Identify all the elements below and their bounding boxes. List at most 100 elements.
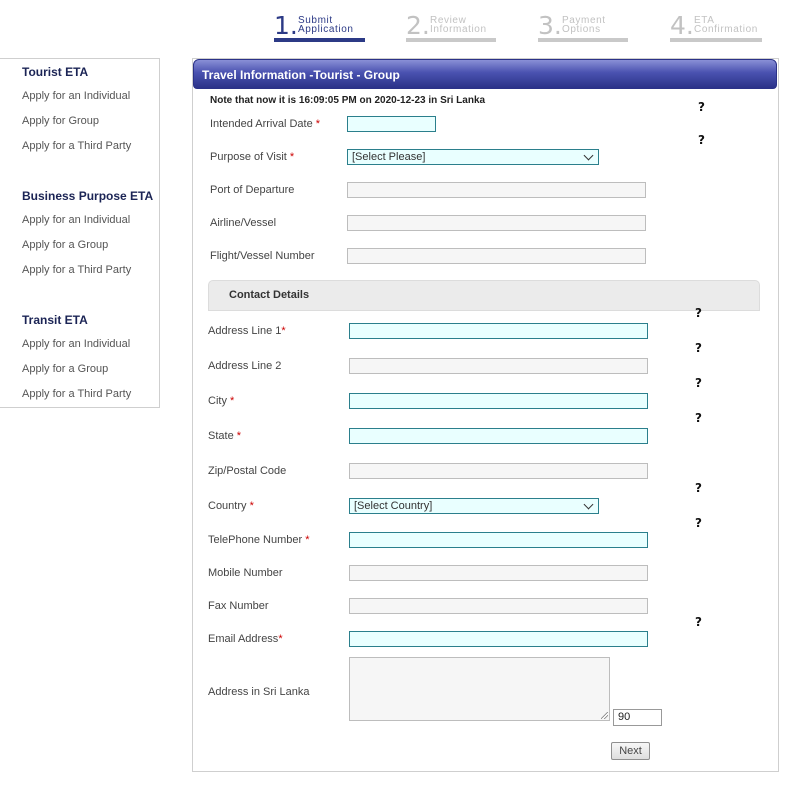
label-text: Address Line 1 [208,325,282,337]
port-label: Port of Departure [210,184,295,196]
help-icon-address-line-1[interactable]: ? [695,306,702,320]
required-mark: * [236,430,242,442]
step-label-line2: Application [298,24,354,35]
sidebar-heading-transit-eta: Transit ETA [22,313,88,327]
flight-label: Flight/Vessel Number [210,250,315,262]
sidebar-nav: Tourist ETA Apply for an Individual Appl… [0,58,160,408]
sidebar-link-transit-individual[interactable]: Apply for an Individual [22,338,130,350]
sidebar-link-transit-third-party[interactable]: Apply for a Third Party [22,388,131,400]
help-icon-telephone[interactable]: ? [695,516,702,530]
step-label: ETA Confirmation [694,16,758,35]
help-icon-purpose[interactable]: ? [698,133,705,147]
current-time-note: Note that now it is 16:09:05 PM on 2020-… [210,95,486,106]
purpose-select[interactable]: [Select Please] [347,149,599,165]
step-label-line2: Information [430,24,487,35]
contact-details-section-header: Contact Details [208,280,760,311]
purpose-selected-value: [Select Please] [352,151,426,163]
arrival-date-label: Intended Arrival Date * [210,118,320,130]
label-text: Country [208,500,247,512]
mobile-number-input[interactable] [349,565,648,581]
help-icon-address-line-2[interactable]: ? [695,341,702,355]
step-label-line2: Confirmation [694,24,758,35]
help-icon-city[interactable]: ? [695,376,702,390]
label-text: State [208,430,234,442]
sidebar-link-transit-group[interactable]: Apply for a Group [22,363,108,375]
purpose-label: Purpose of Visit * [210,151,294,163]
sidebar-link-business-individual[interactable]: Apply for an Individual [22,214,130,226]
step-number: 4. [670,11,694,40]
step-label: Review Information [430,16,487,35]
country-label: Country * [208,500,254,512]
email-address-input[interactable] [349,631,648,647]
address-line-1-input[interactable] [349,323,648,339]
city-label: City * [208,395,234,407]
label-text: TelePhone Number [208,534,303,546]
sidebar-heading-tourist-eta: Tourist ETA [22,65,89,79]
step-eta-confirmation: 4. ETA Confirmation [670,12,764,42]
zip-label: Zip/Postal Code [208,465,287,477]
airline-vessel-input[interactable] [347,215,646,231]
panel-title: Travel Information -Tourist - Group [193,59,777,89]
help-icon-state[interactable]: ? [695,411,702,425]
label-text: Intended Arrival Date [210,118,313,130]
chevron-down-icon [583,150,594,161]
required-mark: * [281,325,286,337]
help-icon-email[interactable]: ? [695,615,702,629]
step-number: 3. [538,11,562,40]
help-icon-arrival-date[interactable]: ? [698,100,705,114]
mobile-label: Mobile Number [208,567,283,579]
sidebar-heading-business-eta: Business Purpose ETA [22,189,154,203]
state-input[interactable] [349,428,648,444]
step-number: 1. [274,11,298,40]
next-button[interactable]: Next [611,742,650,760]
sidebar-link-tourist-third-party[interactable]: Apply for a Third Party [22,140,131,152]
fax-label: Fax Number [208,600,269,612]
step-label: Submit Application [298,16,354,35]
address1-label: Address Line 1* [208,325,286,337]
step-review-information: 2. Review Information [406,12,500,42]
required-mark: * [289,151,295,163]
step-progress-bar [274,38,365,42]
telephone-number-input[interactable] [349,532,648,548]
arrival-date-input[interactable] [347,116,436,132]
country-selected-value: [Select Country] [354,500,433,512]
required-mark: * [230,395,235,407]
step-submit-application: 1. Submit Application [274,12,368,42]
resize-handle-icon[interactable] [601,712,608,719]
sidebar-link-tourist-individual[interactable]: Apply for an Individual [22,90,130,102]
fax-number-input[interactable] [349,598,648,614]
step-payment-options: 3. Payment Options [538,12,632,42]
character-counter: 90 [613,709,662,726]
step-progress-bar [670,38,762,42]
sidebar-link-business-group[interactable]: Apply for a Group [22,239,108,251]
sl-address-label: Address in Sri Lanka [208,686,310,698]
label-text: Email Address [208,633,279,645]
address2-label: Address Line 2 [208,360,282,372]
flight-number-input[interactable] [347,248,646,264]
required-mark: * [305,534,310,546]
required-mark: * [315,118,321,130]
zip-postal-code-input[interactable] [349,463,648,479]
travel-information-panel: Travel Information -Tourist - Group Note… [192,58,779,772]
airline-label: Airline/Vessel [210,217,277,229]
chevron-down-icon [583,499,594,510]
step-number: 2. [406,11,430,40]
city-input[interactable] [349,393,648,409]
country-select[interactable]: [Select Country] [349,498,599,514]
port-of-departure-input[interactable] [347,182,646,198]
email-label: Email Address* [208,633,283,645]
address-line-2-input[interactable] [349,358,648,374]
help-icon-country[interactable]: ? [695,481,702,495]
step-label: Payment Options [562,16,606,35]
required-mark: * [249,500,254,512]
step-progress-bar [538,38,628,42]
step-progress-bar [406,38,496,42]
sidebar-link-business-third-party[interactable]: Apply for a Third Party [22,264,131,276]
label-text: City [208,395,227,407]
address-in-sri-lanka-textarea[interactable] [349,657,610,721]
sidebar-link-tourist-group[interactable]: Apply for Group [22,115,99,127]
step-label-line2: Options [562,24,601,35]
state-label: State * [208,430,241,442]
telephone-label: TelePhone Number * [208,534,310,546]
label-text: Purpose of Visit [210,151,287,163]
